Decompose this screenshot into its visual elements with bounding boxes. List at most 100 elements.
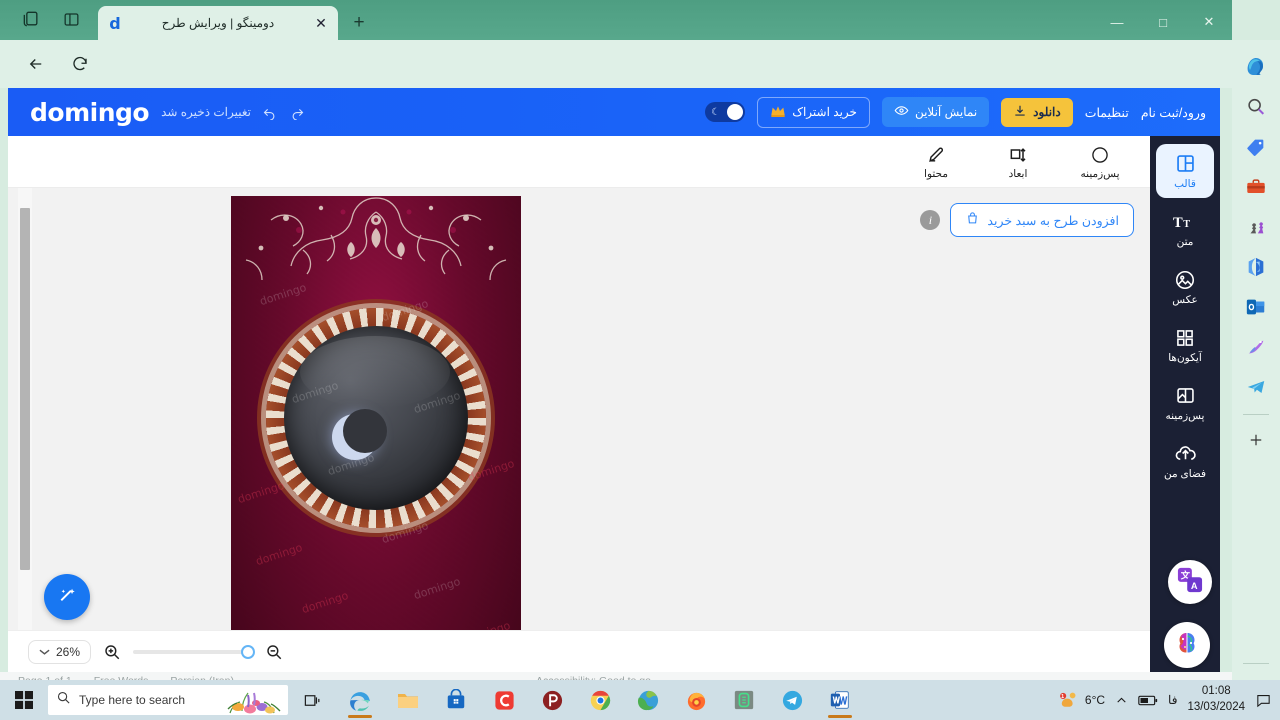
download-button[interactable]: دانلود bbox=[1001, 97, 1073, 127]
sidebar-item-my-space[interactable]: فضای من bbox=[1156, 434, 1214, 488]
copilot-icon[interactable] bbox=[1239, 50, 1273, 84]
add-to-cart-button[interactable]: افزودن طرح به سبد خرید bbox=[950, 203, 1134, 237]
tool-dimensions[interactable]: ابعاد bbox=[990, 144, 1046, 180]
minimize-icon[interactable]: — bbox=[1094, 6, 1140, 38]
microsoft-store-icon[interactable] bbox=[432, 680, 480, 720]
add-icon[interactable] bbox=[1239, 423, 1273, 457]
cloud-upload-icon bbox=[1174, 443, 1197, 465]
zoom-in-icon[interactable] bbox=[101, 641, 123, 663]
rail-divider bbox=[1243, 414, 1269, 415]
tool-background[interactable]: پس‌زمینه bbox=[1072, 144, 1128, 180]
canvas-scrollbar[interactable] bbox=[18, 188, 32, 672]
search-icon bbox=[56, 690, 71, 710]
rail-divider-bottom bbox=[1243, 663, 1269, 664]
sidebar-item-icons-label: آیکون‌ها bbox=[1168, 351, 1202, 364]
zoom-level-selector[interactable]: 26% bbox=[28, 639, 92, 664]
back-icon[interactable] bbox=[24, 52, 48, 76]
search-icon[interactable] bbox=[1239, 90, 1273, 124]
flowers-image bbox=[227, 692, 281, 714]
app-sidebar: قالب TT متن عکس آیکون‌ها bbox=[1150, 136, 1220, 672]
new-tab-button[interactable]: + bbox=[348, 12, 370, 34]
window-controls: — □ ✕ bbox=[1094, 6, 1232, 38]
tool-background-label: پس‌زمینه bbox=[1080, 167, 1120, 180]
chrome-icon[interactable] bbox=[576, 680, 624, 720]
file-explorer-icon[interactable] bbox=[384, 680, 432, 720]
tools-icon[interactable] bbox=[1239, 170, 1273, 204]
sidebar-item-background[interactable]: پس‌زمینه bbox=[1156, 376, 1214, 430]
system-tray: 1 6°C فا 01:08 13/03/2024 bbox=[1058, 684, 1280, 715]
zoom-slider[interactable] bbox=[133, 644, 256, 659]
microsoft-365-icon[interactable] bbox=[1239, 250, 1273, 284]
edge-sidebar-rail bbox=[1232, 40, 1280, 720]
scrollbar-thumb[interactable] bbox=[20, 208, 30, 570]
image-creator-icon[interactable] bbox=[1239, 330, 1273, 364]
eye-icon bbox=[894, 103, 909, 121]
magic-wand-button[interactable] bbox=[44, 574, 90, 620]
c-app-icon[interactable] bbox=[480, 680, 528, 720]
buy-subscription-button[interactable]: خرید اشتراک bbox=[757, 96, 870, 128]
browser-titlebar: d دومینگو | ویرایش طرح ✕ + — □ ✕ bbox=[0, 0, 1232, 40]
sidebar-item-template[interactable]: قالب bbox=[1156, 144, 1214, 198]
notification-icon[interactable] bbox=[1255, 692, 1272, 709]
tab-stack-icon[interactable] bbox=[20, 8, 42, 30]
sidebar-item-image[interactable]: عکس bbox=[1156, 260, 1214, 314]
close-window-icon[interactable]: ✕ bbox=[1186, 6, 1232, 38]
clock-date: 13/03/2024 bbox=[1187, 701, 1245, 713]
task-view-icon[interactable] bbox=[288, 680, 336, 720]
clock[interactable]: 01:08 13/03/2024 bbox=[1187, 684, 1245, 715]
circle-shape-icon bbox=[1090, 144, 1110, 166]
reload-icon[interactable] bbox=[68, 52, 92, 76]
browser-tab[interactable]: d دومینگو | ویرایش طرح ✕ bbox=[98, 6, 338, 40]
windows-taskbar: Type here to search 1 6°C فا 01:08 13/03… bbox=[0, 680, 1280, 720]
zoom-out-icon[interactable] bbox=[263, 641, 285, 663]
word-icon[interactable] bbox=[816, 680, 864, 720]
tray-expand-icon[interactable] bbox=[1115, 694, 1128, 707]
sidebar-item-icons[interactable]: آیکون‌ها bbox=[1156, 318, 1214, 372]
cart-row: افزودن طرح به سبد خرید i bbox=[8, 196, 1150, 244]
telegram-icon[interactable] bbox=[1239, 370, 1273, 404]
zoom-bar: 26% bbox=[8, 630, 1150, 672]
telegram-icon[interactable] bbox=[768, 680, 816, 720]
toggle-knob bbox=[727, 104, 744, 120]
tool-content[interactable]: محتوا bbox=[908, 144, 964, 180]
domingo-logo[interactable]: domingo bbox=[30, 98, 150, 127]
moon-disc bbox=[284, 326, 468, 510]
zoom-slider-knob[interactable] bbox=[241, 644, 256, 659]
globe-icon[interactable] bbox=[624, 680, 672, 720]
browser-navbar: https://app.domingo.ir/editor?industryId… bbox=[0, 40, 1232, 120]
taskbar-search-box[interactable]: Type here to search bbox=[48, 685, 288, 715]
battery-icon[interactable] bbox=[1138, 694, 1158, 707]
language-indicator[interactable]: فا bbox=[1168, 693, 1177, 707]
redo-icon[interactable] bbox=[287, 102, 307, 122]
shopping-icon[interactable] bbox=[1239, 130, 1273, 164]
translate-floating-button[interactable]: 文 A bbox=[1168, 560, 1212, 604]
theme-toggle[interactable]: ☾ bbox=[705, 102, 746, 122]
weather-icon: 1 bbox=[1059, 692, 1076, 707]
settings-link[interactable]: تنظیمات bbox=[1085, 105, 1129, 120]
games-icon[interactable] bbox=[1239, 210, 1273, 244]
edge-icon[interactable] bbox=[336, 680, 384, 720]
svg-text:1: 1 bbox=[1061, 694, 1064, 700]
weather-widget[interactable]: 1 6°C bbox=[1058, 691, 1105, 709]
sidebar-item-text[interactable]: TT متن bbox=[1156, 202, 1214, 256]
sidebar-item-my-space-label: فضای من bbox=[1163, 467, 1207, 480]
sidebar-item-background-label: پس‌زمینه bbox=[1165, 409, 1205, 422]
outlook-icon[interactable] bbox=[1239, 290, 1273, 324]
download-icon bbox=[1013, 104, 1027, 121]
start-button[interactable] bbox=[0, 691, 48, 709]
p-app-icon[interactable] bbox=[528, 680, 576, 720]
close-icon[interactable]: ✕ bbox=[312, 14, 330, 32]
background-icon bbox=[1175, 385, 1196, 407]
split-pane-icon[interactable] bbox=[60, 8, 82, 30]
icons-grid-icon bbox=[1175, 327, 1195, 349]
ai-brain-icon bbox=[1173, 629, 1201, 662]
info-icon[interactable]: i bbox=[920, 210, 941, 230]
undo-icon[interactable] bbox=[259, 102, 279, 122]
maximize-icon[interactable]: □ bbox=[1140, 6, 1186, 38]
design-canvas[interactable]: حلول ماه مبارک رمضان بر تمام مـــلمین مب… bbox=[231, 196, 521, 672]
firefox-icon[interactable] bbox=[672, 680, 720, 720]
ai-assistant-button[interactable] bbox=[1164, 622, 1210, 668]
green-app-icon[interactable] bbox=[720, 680, 768, 720]
online-preview-button[interactable]: نمایش آنلاین bbox=[881, 97, 990, 127]
login-register-link[interactable]: ورود/ثبت نام bbox=[1141, 105, 1206, 120]
